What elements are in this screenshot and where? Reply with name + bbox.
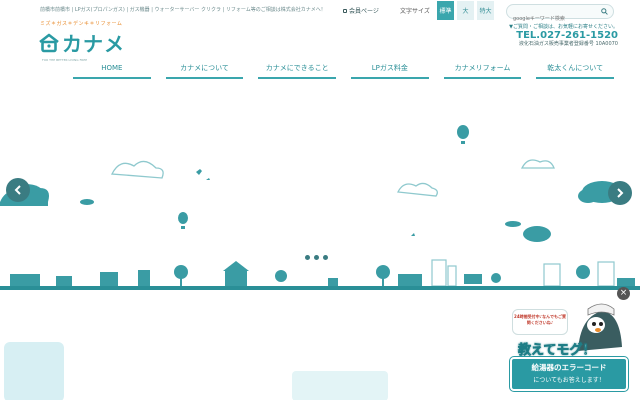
contact-block: ▼ご質問・ご相談は、お気軽にお寄せください。 TEL.027-261-1520 …: [488, 23, 618, 48]
site-tagline: 前橋市前橋市 | LPガス(プロパンガス) | ガス機器 | ウォーターサーバー…: [40, 7, 326, 13]
member-page-link[interactable]: 会員ページ: [343, 6, 379, 15]
nav-item-home[interactable]: HOME: [73, 61, 151, 79]
birds: [196, 169, 415, 236]
phone-number[interactable]: TEL.027-261-1520: [488, 30, 618, 41]
decorative-block-center: [292, 371, 388, 400]
chevron-right-icon: [617, 188, 624, 198]
promo-line-2: についてもお答えします！: [533, 377, 605, 384]
blimps: [80, 199, 521, 227]
promo-box: 給湯器のエラーコード についてもお答えします！: [510, 357, 628, 391]
slider-next-button[interactable]: [608, 181, 632, 205]
registration-number: 液化石油ガス販売事業者登録番号 10A0070: [518, 41, 618, 47]
house-logo-icon: [39, 33, 59, 52]
site-logo[interactable]: ミズ＊ガス＊デンキ＊リフォーム カナメ FOR THE BETTER LIVIN…: [38, 20, 133, 65]
nav-item-lp-gas-price[interactable]: LPガス料金: [351, 61, 429, 79]
hot-air-balloon: [178, 125, 469, 229]
promo-bubble: 24時間受付中♪なんでもご質問くださいね♪: [512, 309, 568, 335]
slider-prev-button[interactable]: [6, 178, 30, 202]
member-page-label: 会員ページ: [349, 8, 379, 15]
promo-title: 教えてモグ！: [518, 343, 596, 359]
slider-dot-2[interactable]: [314, 255, 319, 260]
nav-item-reform[interactable]: カナメリフォーム: [443, 61, 522, 79]
town-skyline: [10, 259, 635, 287]
font-size-xlarge-button[interactable]: 特大: [477, 1, 494, 20]
chevron-left-icon: [14, 185, 21, 195]
main-nav: HOME カナメについて カナメにできること LPガス料金 カナメリフォーム 乾…: [73, 61, 629, 81]
font-size-standard-button[interactable]: 標準: [437, 1, 454, 20]
logo-name: カナメ: [62, 32, 125, 56]
nav-item-kantakun[interactable]: 乾太くんについて: [536, 61, 615, 79]
lock-icon: [343, 8, 347, 13]
slider-pagination: [305, 255, 328, 260]
nav-item-about[interactable]: カナメについて: [165, 61, 244, 79]
decorative-block-left: [4, 342, 64, 400]
ground-line: [0, 286, 640, 290]
slider-dot-3[interactable]: [323, 255, 328, 260]
search-box: [506, 4, 614, 26]
contact-note: ▼ご質問・ご相談は、お気軽にお寄せください。: [509, 24, 618, 30]
promo-line-1: 給湯器のエラーコード: [531, 363, 607, 372]
logo-subtitle: ミズ＊ガス＊デンキ＊リフォーム: [40, 21, 123, 27]
hero-illustration: [0, 125, 635, 287]
font-size-large-button[interactable]: 大: [457, 1, 474, 20]
slider-dot-1[interactable]: [305, 255, 310, 260]
nav-item-services[interactable]: カナメにできること: [258, 61, 337, 79]
search-icon[interactable]: [601, 8, 608, 15]
cloud-outline-1: [110, 159, 555, 197]
promo-banner[interactable]: 24時間受付中♪なんでもご質問くださいね♪ 教えてモグ！ 給湯器のエラーコード …: [508, 299, 632, 395]
cloud-small-right: [523, 226, 551, 242]
font-size-label: 文字サイズ: [400, 8, 430, 15]
